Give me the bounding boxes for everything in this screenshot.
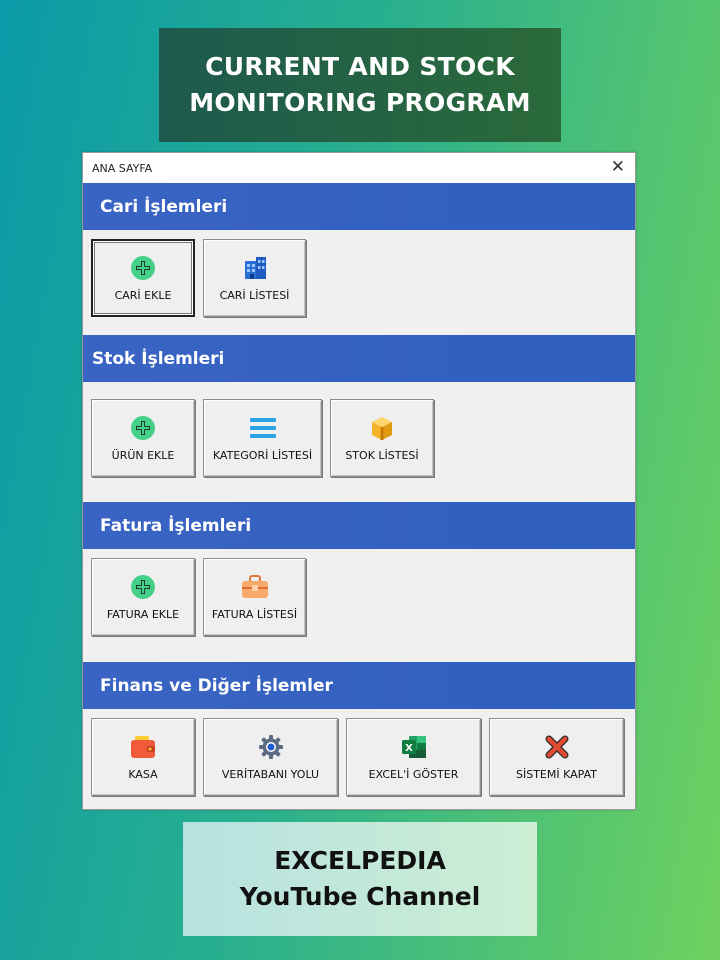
section-title-finans: Finans ve Diğer İşlemler (100, 675, 333, 696)
gear-icon (257, 733, 285, 761)
section-header-stok: Stok İşlemleri (83, 335, 635, 382)
bottom-banner: EXCELPEDIA YouTube Channel (183, 822, 537, 936)
bottom-banner-line1: EXCELPEDIA (274, 846, 446, 875)
plus-circle-icon (129, 414, 157, 442)
excel-goster-button[interactable]: X EXCEL'İ GÖSTER (346, 718, 481, 796)
sistemi-kapat-label: SİSTEMİ KAPAT (516, 768, 597, 781)
urun-ekle-label: ÜRÜN EKLE (111, 449, 175, 462)
x-mark-icon (543, 733, 571, 761)
cari-listesi-label: CARİ LİSTESİ (219, 289, 290, 302)
stok-listesi-button[interactable]: STOK LİSTESİ (330, 399, 434, 477)
kategori-listesi-button[interactable]: KATEGORİ LİSTESİ (203, 399, 322, 477)
veritabani-yolu-button[interactable]: VERİTABANI YOLU (203, 718, 338, 796)
excel-icon: X (400, 733, 428, 761)
plus-circle-icon (129, 573, 157, 601)
list-icon (249, 414, 277, 442)
section-header-cari: Cari İşlemleri (83, 183, 635, 230)
cari-ekle-button[interactable]: CARİ EKLE (91, 239, 195, 317)
section-header-finans: Finans ve Diğer İşlemler (83, 662, 635, 709)
kasa-label: KASA (128, 768, 158, 781)
fatura-ekle-label: FATURA EKLE (106, 608, 180, 621)
wallet-icon (129, 733, 157, 761)
window-title: ANA SAYFA (92, 162, 153, 175)
top-banner-line2: MONITORING PROGRAM (189, 88, 531, 117)
toolbox-icon (241, 573, 269, 601)
main-window: ANA SAYFA ✕ Cari İşlemleri CARİ EKLE CAR… (82, 152, 636, 810)
urun-ekle-button[interactable]: ÜRÜN EKLE (91, 399, 195, 477)
cari-ekle-label: CARİ EKLE (114, 289, 172, 302)
section-title-fatura: Fatura İşlemleri (100, 515, 252, 536)
excel-goster-label: EXCEL'İ GÖSTER (368, 768, 459, 781)
close-icon[interactable]: ✕ (611, 157, 625, 177)
fatura-listesi-label: FATURA LİSTESİ (211, 608, 298, 621)
kasa-button[interactable]: KASA (91, 718, 195, 796)
box-icon (368, 414, 396, 442)
svg-text:X: X (405, 743, 413, 754)
section-title-stok: Stok İşlemleri (92, 348, 225, 369)
building-icon (241, 254, 269, 282)
fatura-ekle-button[interactable]: FATURA EKLE (91, 558, 195, 636)
fatura-listesi-button[interactable]: FATURA LİSTESİ (203, 558, 306, 636)
top-banner: CURRENT AND STOCK MONITORING PROGRAM (159, 28, 561, 142)
window-titlebar: ANA SAYFA ✕ (83, 153, 635, 183)
cari-listesi-button[interactable]: CARİ LİSTESİ (203, 239, 306, 317)
top-banner-line1: CURRENT AND STOCK (205, 52, 515, 81)
plus-circle-icon (129, 254, 157, 282)
stok-listesi-label: STOK LİSTESİ (345, 449, 419, 462)
section-title-cari: Cari İşlemleri (100, 196, 228, 217)
section-header-fatura: Fatura İşlemleri (83, 502, 635, 549)
bottom-banner-line2: YouTube Channel (239, 882, 481, 911)
sistemi-kapat-button[interactable]: SİSTEMİ KAPAT (489, 718, 624, 796)
veritabani-yolu-label: VERİTABANI YOLU (221, 768, 320, 781)
kategori-listesi-label: KATEGORİ LİSTESİ (212, 449, 313, 462)
